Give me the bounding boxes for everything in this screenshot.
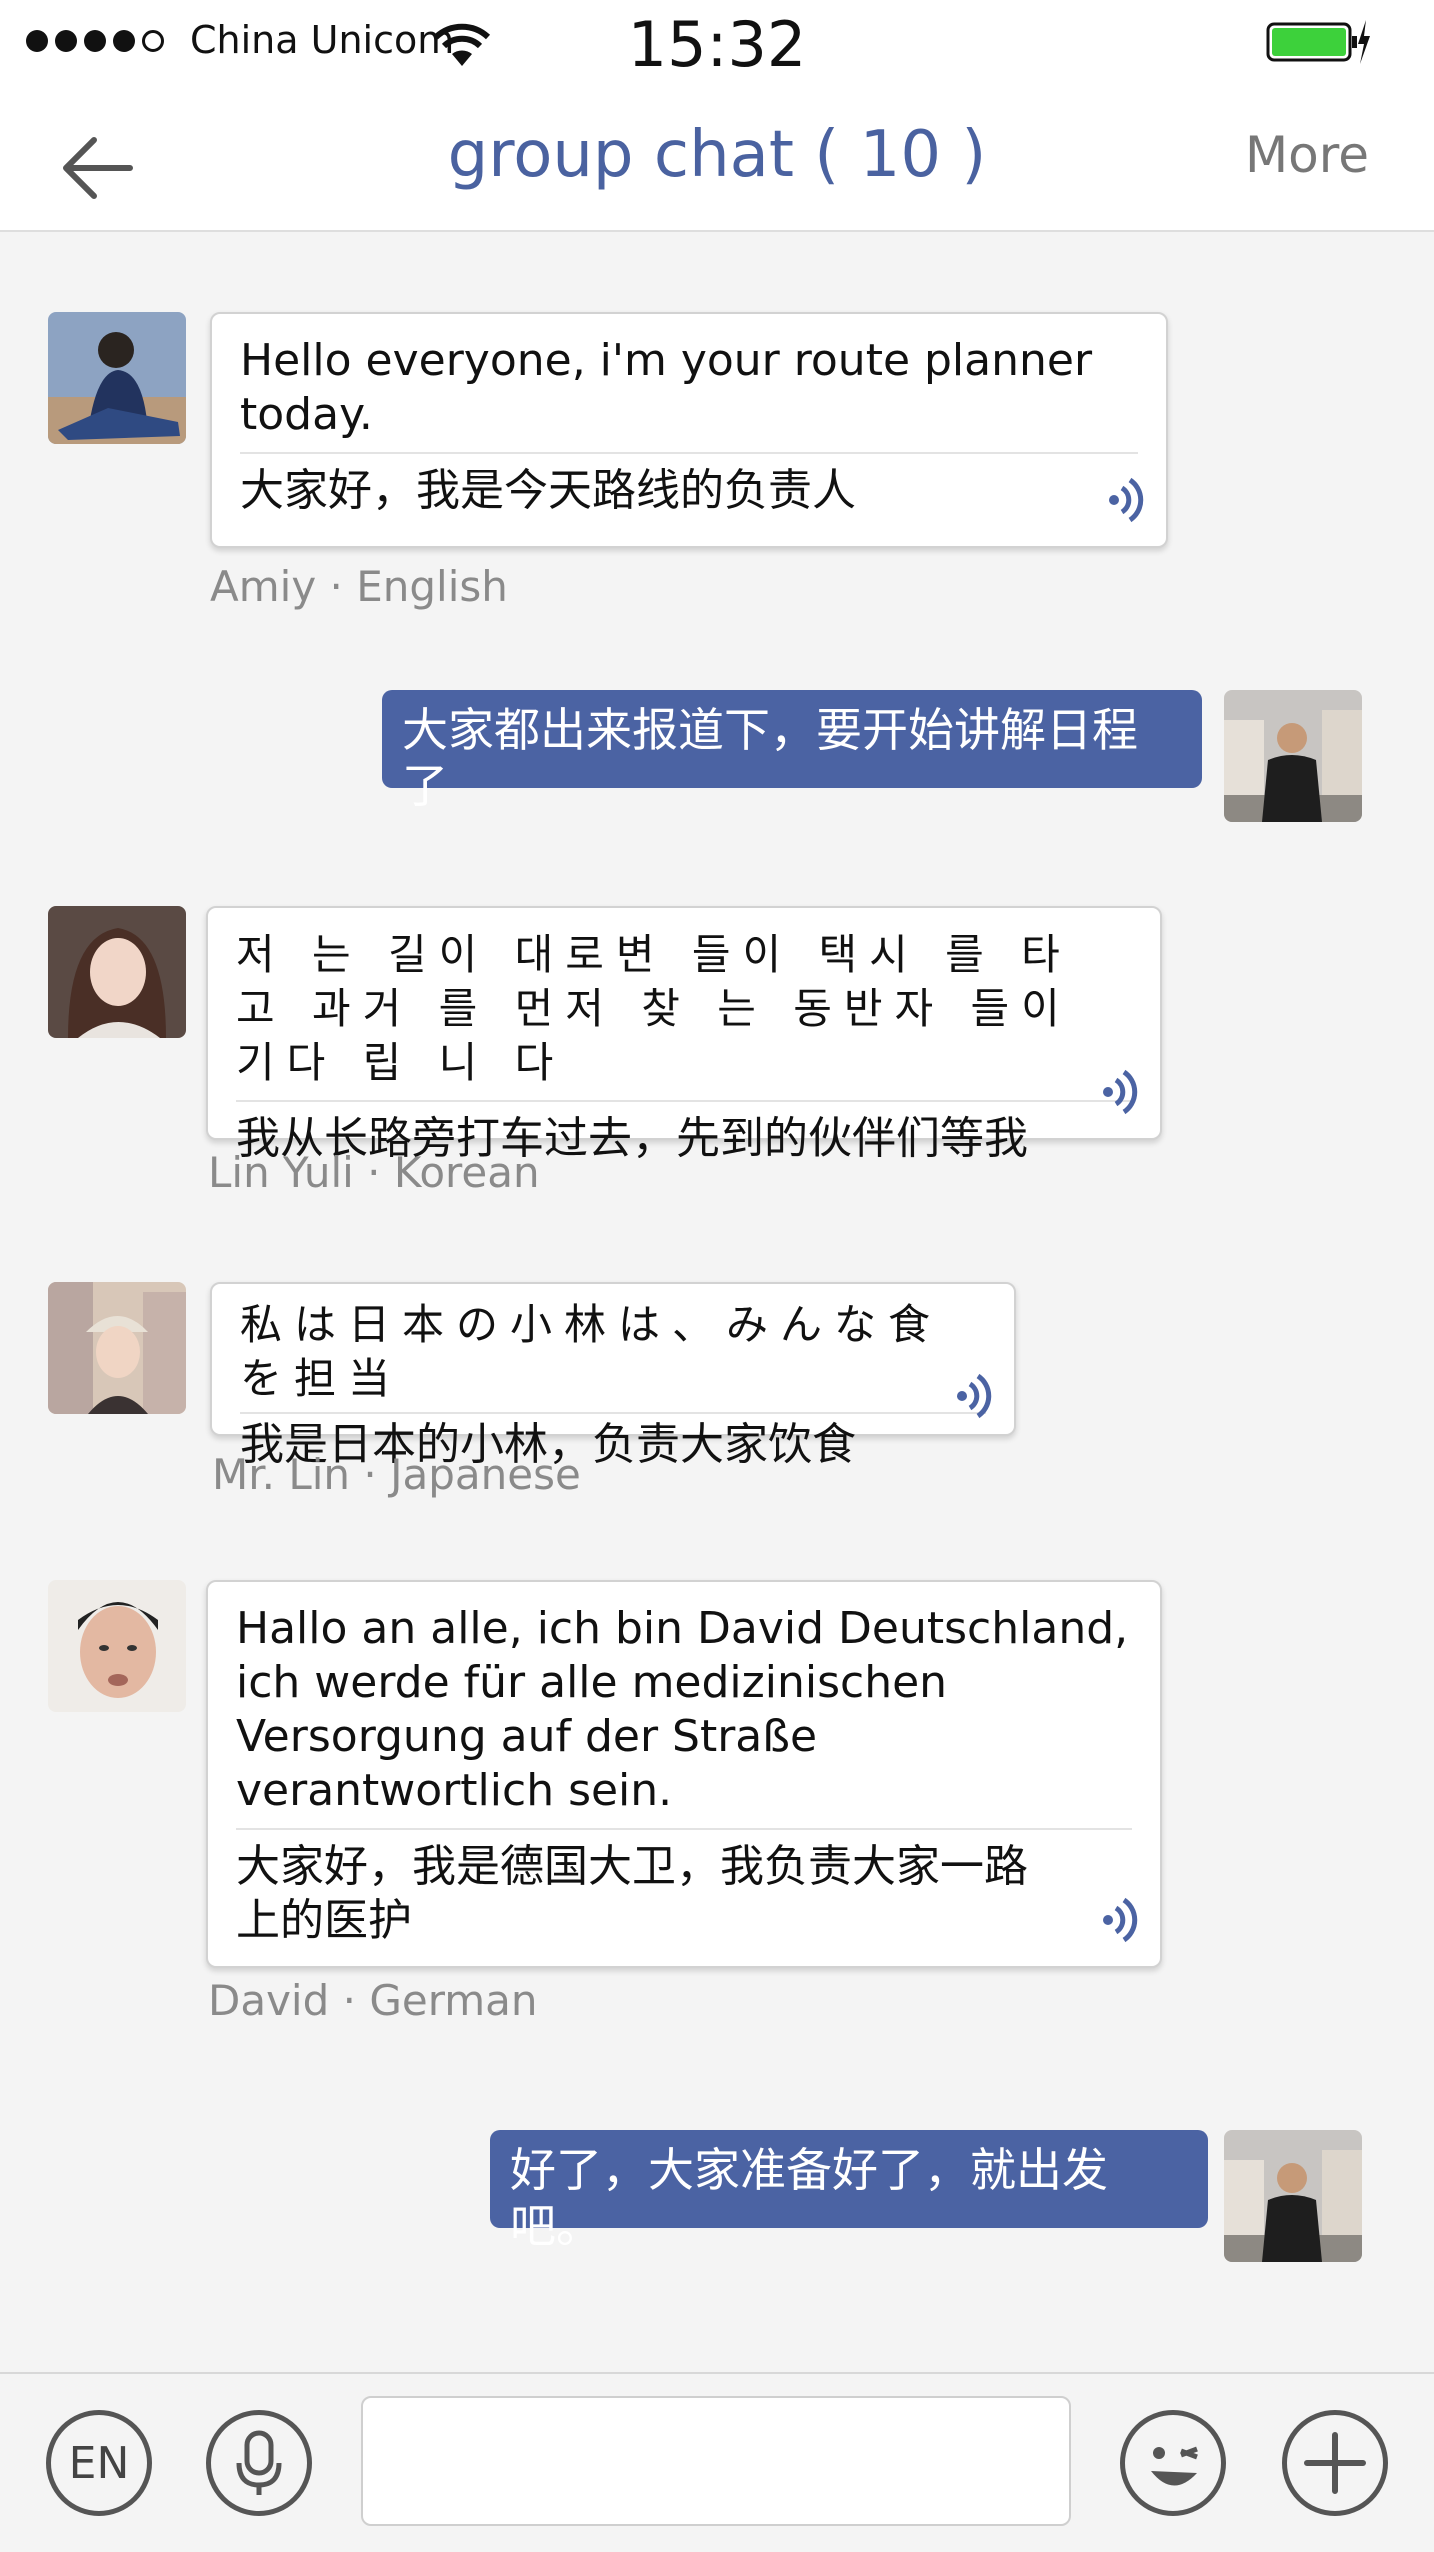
add-button[interactable] (1282, 2410, 1388, 2516)
my-message-bubble[interactable]: 好了，大家准备好了，就出发吧。 (490, 2130, 1208, 2253)
speaker-icon[interactable] (1102, 1892, 1142, 1948)
speaker-icon[interactable] (1108, 472, 1148, 528)
message-bubble[interactable]: 저 는 길이 대로변 들이 택시 를 타 고 과거 를 먼저 찾 는 동반자 들… (206, 906, 1162, 1164)
sender-label: David · German (208, 1976, 538, 2025)
sender-label: Mr. Lin · Japanese (212, 1450, 581, 1499)
voice-button[interactable] (206, 2410, 312, 2516)
battery-charging-icon (1266, 20, 1370, 64)
avatar-me[interactable] (1224, 690, 1362, 822)
original-text: 저 는 길이 대로변 들이 택시 를 타 고 과거 를 먼저 찾 는 동반자 들… (236, 928, 1132, 1102)
original-text: 私は日本の小林は、みんな食を担当 (240, 1298, 986, 1414)
avatar-amiy[interactable] (48, 312, 186, 444)
sender-label: Lin Yuli · Korean (208, 1148, 540, 1197)
status-bar: China Unicom 15:32 (0, 0, 1434, 90)
language-label: EN (68, 2437, 130, 2489)
speaker-icon[interactable] (1102, 1064, 1142, 1120)
message-input[interactable] (361, 2396, 1071, 2526)
avatar-david[interactable] (48, 1580, 186, 1712)
message-bubble[interactable]: 私は日本の小林は、みんな食を担当 我是日本的小林，负责大家饮食 (210, 1282, 1016, 1470)
sender-label: Amiy · English (210, 562, 508, 611)
language-button[interactable]: EN (46, 2410, 152, 2516)
wink-emoji-icon (1151, 2446, 1198, 2486)
avatar-me[interactable] (1224, 2130, 1362, 2262)
avatar-mr-lin[interactable] (48, 1282, 186, 1414)
plus-icon (1304, 2432, 1366, 2494)
translated-text: 大家好，我是今天路线的负责人 (240, 465, 856, 516)
original-text: Hello everyone, i'm your route planner t… (240, 334, 1138, 454)
input-bar: EN (0, 2372, 1434, 2552)
message-bubble[interactable]: Hallo an alle, ich bin David Deutschland… (206, 1580, 1162, 1968)
speaker-icon[interactable] (956, 1368, 996, 1424)
page-title: group chat ( 10 ) (447, 118, 987, 192)
message-bubble[interactable]: Hello everyone, i'm your route planner t… (210, 312, 1168, 548)
status-time: 15:32 (627, 8, 807, 81)
emoji-button[interactable] (1120, 2410, 1226, 2516)
translated-text: 大家好，我是德国大卫，我负责大家一路上的医护 (236, 1841, 1028, 1946)
original-text: Hallo an alle, ich bin David Deutschland… (236, 1602, 1132, 1830)
my-message-bubble[interactable]: 大家都出来报道下，要开始讲解日程了 (382, 690, 1202, 813)
more-button[interactable]: More (1245, 126, 1369, 184)
nav-bar: group chat ( 10 ) More (0, 90, 1434, 232)
avatar-lin-yuli[interactable] (48, 906, 186, 1038)
microphone-icon (236, 2430, 282, 2495)
